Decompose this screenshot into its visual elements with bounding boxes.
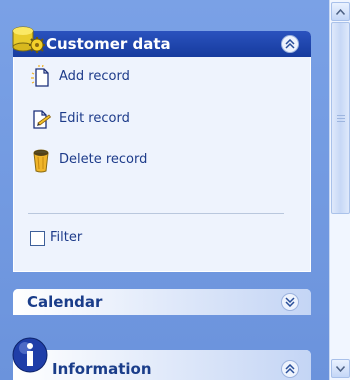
add-record-label: Add record [59,68,130,84]
information-title: Information [52,360,152,378]
calendar-title: Calendar [27,293,103,311]
scroll-down-button[interactable] [331,359,350,378]
customer-data-body: Add record Edit record Delete record Fil… [13,57,311,272]
edit-record-icon [31,107,51,129]
calendar-header[interactable]: Calendar [13,289,311,315]
information-header[interactable]: Information [12,337,311,380]
scroll-up-button[interactable] [331,2,350,21]
database-icon [11,25,49,57]
edit-record-label: Edit record [59,110,130,126]
collapse-up-icon[interactable] [281,360,299,378]
add-record-icon [31,65,51,87]
separator [28,213,284,214]
delete-record-icon [31,148,51,173]
calendar-group: Calendar [13,289,311,315]
add-record-link[interactable]: Add record [31,65,130,87]
information-group: Information [12,337,311,380]
edit-record-link[interactable]: Edit record [31,107,130,129]
customer-data-group: Customer data Add record Edit record Del… [12,26,311,272]
customer-data-header[interactable]: Customer data [12,26,311,57]
delete-record-link[interactable]: Delete record [31,148,148,173]
vertical-scrollbar[interactable] [329,0,350,380]
filter-label: Filter [50,230,83,245]
customer-data-title: Customer data [46,35,171,53]
collapse-up-icon[interactable] [281,35,299,53]
scroll-thumb[interactable] [331,22,350,214]
expand-down-icon[interactable] [281,293,299,311]
info-icon [11,336,49,374]
delete-record-label: Delete record [59,151,148,167]
filter-checkbox[interactable] [30,231,45,246]
